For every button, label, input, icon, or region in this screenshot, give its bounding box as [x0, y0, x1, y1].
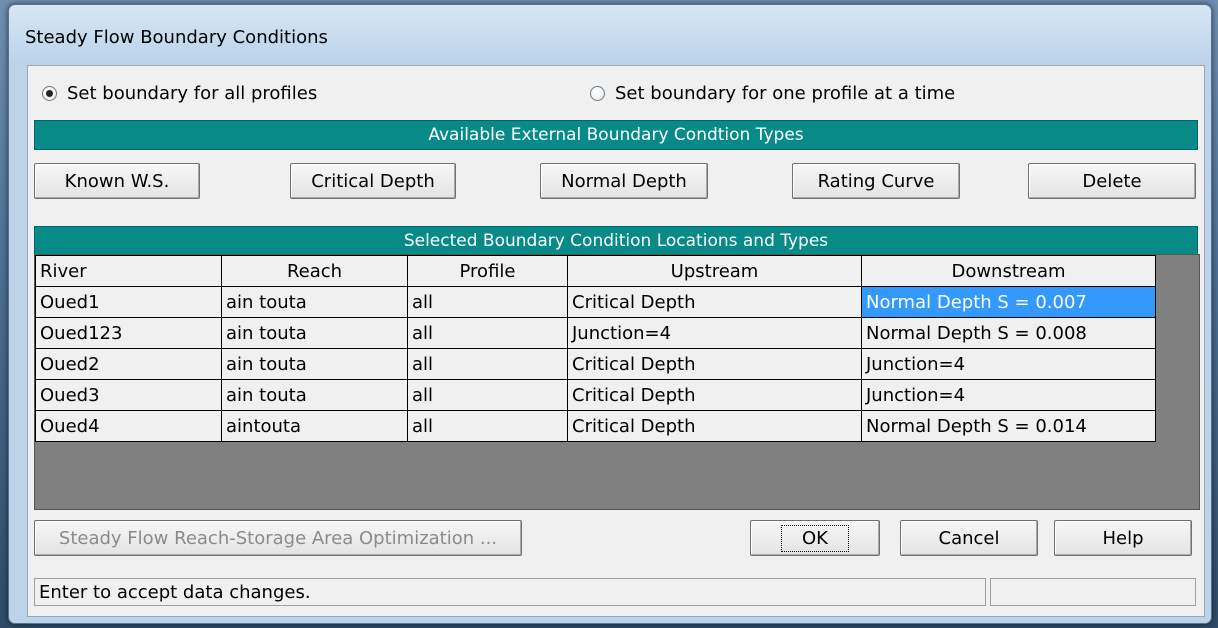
cell-profile[interactable]: all	[407, 286, 568, 318]
cell-river[interactable]: Oued123	[35, 317, 222, 349]
radio-one-profile-label: Set boundary for one profile at a time	[615, 82, 956, 104]
column-header-upstream: Upstream	[567, 255, 862, 287]
ok-button[interactable]: OK	[750, 520, 880, 556]
cell-downstream[interactable]: Normal Depth S = 0.008	[861, 317, 1156, 349]
cell-profile[interactable]: all	[407, 379, 568, 411]
cell-reach[interactable]: ain touta	[221, 317, 408, 349]
cell-downstream[interactable]: Junction=4	[861, 348, 1156, 380]
optimization-button: Steady Flow Reach-Storage Area Optimizat…	[34, 520, 522, 556]
radio-all-profiles-indicator[interactable]	[42, 85, 57, 101]
ok-button-label: OK	[781, 524, 849, 552]
cell-reach[interactable]: aintouta	[221, 410, 408, 442]
cell-upstream[interactable]: Critical Depth	[567, 379, 862, 411]
cell-downstream[interactable]: Normal Depth S = 0.014	[861, 410, 1156, 442]
table-row[interactable]: Oued2 ain touta all Critical Depth Junct…	[35, 348, 1156, 380]
table-row[interactable]: Oued3 ain touta all Critical Depth Junct…	[35, 379, 1156, 411]
column-header-downstream: Downstream	[861, 255, 1156, 287]
cell-river[interactable]: Oued1	[35, 286, 222, 318]
locations-header: Selected Boundary Condition Locations an…	[34, 226, 1198, 256]
critical-depth-button[interactable]: Critical Depth	[290, 163, 456, 199]
radio-all-profiles-label: Set boundary for all profiles	[67, 82, 318, 104]
column-header-reach: Reach	[221, 255, 408, 287]
radio-all-profiles[interactable]: Set boundary for all profiles	[42, 76, 317, 110]
status-bar: Enter to accept data changes.	[34, 578, 986, 606]
dialog-window: Steady Flow Boundary Conditions Set boun…	[8, 4, 1212, 624]
rating-curve-button[interactable]: Rating Curve	[792, 163, 960, 199]
boundary-table: River Reach Profile Upstream Downstream …	[35, 255, 1156, 442]
window-title: Steady Flow Boundary Conditions	[25, 27, 328, 48]
status-bar-right-pane	[990, 578, 1196, 606]
cell-upstream[interactable]: Critical Depth	[567, 286, 862, 318]
cell-profile[interactable]: all	[407, 317, 568, 349]
cell-reach[interactable]: ain touta	[221, 379, 408, 411]
radio-one-profile-indicator[interactable]	[590, 85, 605, 101]
cell-river[interactable]: Oued3	[35, 379, 222, 411]
table-row[interactable]: Oued4 aintouta all Critical Depth Normal…	[35, 410, 1156, 442]
help-button[interactable]: Help	[1054, 520, 1192, 556]
cell-profile[interactable]: all	[407, 348, 568, 380]
table-header-row: River Reach Profile Upstream Downstream	[35, 255, 1156, 287]
cell-upstream[interactable]: Critical Depth	[567, 410, 862, 442]
boundary-grid: River Reach Profile Upstream Downstream …	[34, 254, 1200, 510]
dialog-client-area: Set boundary for all profiles Set bounda…	[27, 65, 1205, 617]
cell-upstream[interactable]: Critical Depth	[567, 348, 862, 380]
boundary-types-header: Available External Boundary Condtion Typ…	[34, 120, 1198, 150]
cell-profile[interactable]: all	[407, 410, 568, 442]
table-row[interactable]: Oued1 ain touta all Critical Depth Norma…	[35, 286, 1156, 318]
cell-downstream-selected[interactable]: Normal Depth S = 0.007	[861, 286, 1156, 318]
cancel-button[interactable]: Cancel	[900, 520, 1038, 556]
radio-one-profile[interactable]: Set boundary for one profile at a time	[590, 76, 955, 110]
delete-button[interactable]: Delete	[1028, 163, 1196, 199]
title-bar[interactable]: Steady Flow Boundary Conditions	[9, 5, 1211, 63]
column-header-profile: Profile	[407, 255, 568, 287]
column-header-river: River	[35, 255, 222, 287]
cell-reach[interactable]: ain touta	[221, 286, 408, 318]
cell-river[interactable]: Oued4	[35, 410, 222, 442]
cell-river[interactable]: Oued2	[35, 348, 222, 380]
known-ws-button[interactable]: Known W.S.	[34, 163, 200, 199]
cell-reach[interactable]: ain touta	[221, 348, 408, 380]
normal-depth-button[interactable]: Normal Depth	[540, 163, 708, 199]
cell-downstream[interactable]: Junction=4	[861, 379, 1156, 411]
table-row[interactable]: Oued123 ain touta all Junction=4 Normal …	[35, 317, 1156, 349]
cell-upstream[interactable]: Junction=4	[567, 317, 862, 349]
